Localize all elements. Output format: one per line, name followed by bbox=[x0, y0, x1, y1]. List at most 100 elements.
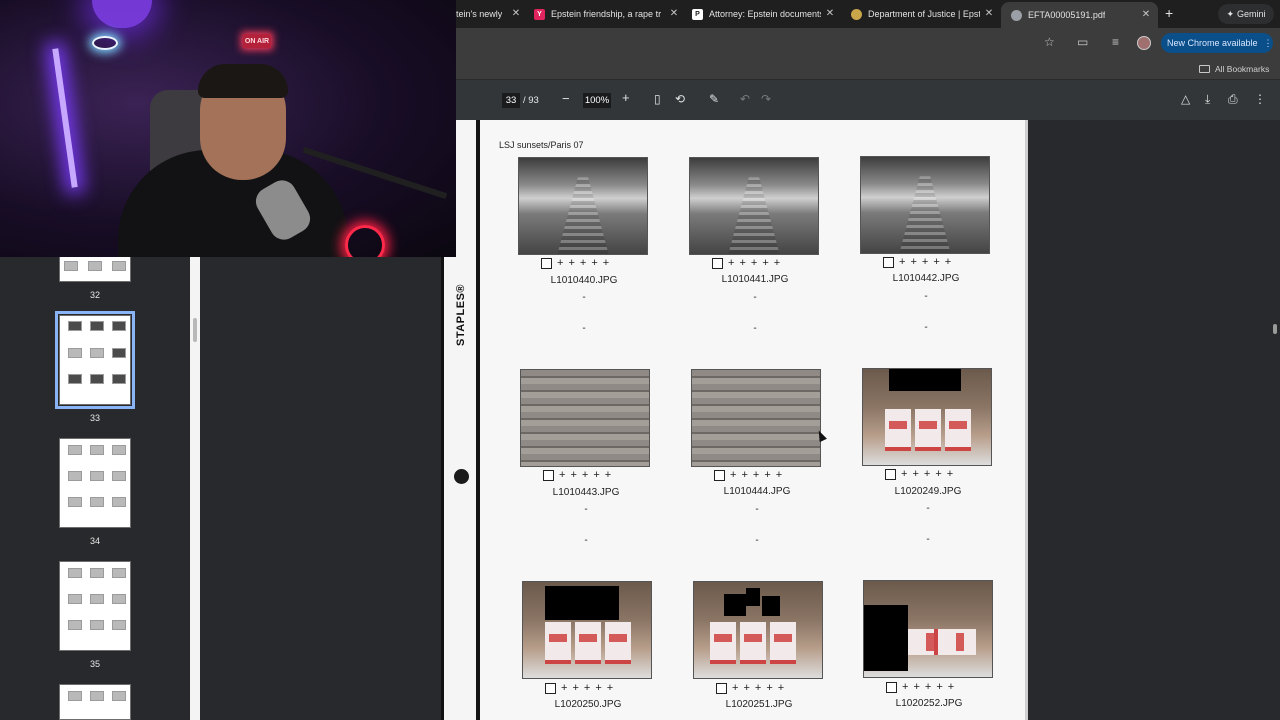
viewer-gutter bbox=[200, 256, 440, 720]
close-icon[interactable]: ✕ bbox=[668, 8, 680, 19]
rotate-icon[interactable]: ⟲ bbox=[675, 92, 685, 106]
tab-title: EFTA00005191.pdf bbox=[1028, 10, 1106, 20]
redaction-box bbox=[864, 605, 908, 671]
ufo-neon-sign-icon bbox=[92, 36, 118, 50]
more-vert-icon[interactable]: ⋮ bbox=[1264, 38, 1273, 49]
photo-thumbnail bbox=[689, 157, 819, 255]
thumbnail-page-33[interactable] bbox=[55, 311, 135, 409]
close-icon[interactable]: ✕ bbox=[510, 8, 522, 19]
reading-list-icon[interactable]: ≡ bbox=[1112, 35, 1119, 49]
checkbox bbox=[716, 682, 727, 694]
photo-controls: + + + + + bbox=[886, 681, 954, 693]
photo-thumbnail bbox=[522, 581, 652, 679]
zoom-out-icon[interactable]: − bbox=[562, 91, 570, 106]
dash: - bbox=[924, 322, 928, 333]
checkbox bbox=[712, 257, 723, 269]
thumbnail-page-32[interactable] bbox=[59, 256, 131, 282]
tab-epstein-newly[interactable]: tein's newly ✕ bbox=[456, 3, 522, 25]
staples-brand-text: STAPLES® bbox=[455, 283, 467, 346]
dash: - bbox=[924, 291, 928, 302]
redaction-box bbox=[724, 594, 746, 616]
neon-lamp bbox=[92, 0, 152, 28]
bookmark-star-icon[interactable]: ☆ bbox=[1044, 35, 1055, 49]
checkbox bbox=[714, 469, 725, 481]
webcam-overlay: ON AIR bbox=[0, 0, 456, 257]
photo-thumbnail bbox=[862, 368, 992, 466]
checkbox bbox=[545, 682, 556, 694]
sparkle-icon: ✦ bbox=[1226, 8, 1235, 19]
folder-icon bbox=[1199, 65, 1210, 73]
checkbox bbox=[883, 256, 894, 268]
photo-filename: L1020249.JPG bbox=[894, 486, 962, 497]
photo-filename: L1010444.JPG bbox=[723, 486, 791, 497]
on-air-sign: ON AIR bbox=[243, 34, 271, 48]
photo-controls: + + + + + bbox=[545, 682, 613, 694]
page-number-input[interactable]: 33 bbox=[502, 93, 520, 108]
checkbox bbox=[543, 469, 554, 481]
zoom-input[interactable]: 100% bbox=[583, 93, 611, 108]
photo-filename: L1010441.JPG bbox=[721, 274, 789, 285]
photo-filename: L1010443.JPG bbox=[552, 487, 620, 498]
photo-filename: L1020250.JPG bbox=[554, 699, 622, 710]
photo-controls: + + + + + bbox=[716, 682, 784, 694]
new-tab-icon[interactable]: + bbox=[1165, 5, 1173, 21]
dash: - bbox=[926, 534, 930, 545]
page-total: / 93 bbox=[523, 95, 539, 106]
photo-thumbnail bbox=[693, 581, 823, 679]
tab-attorney-epstein[interactable]: P Attorney: Epstein documents ✕ bbox=[692, 3, 836, 25]
new-chrome-available-button[interactable]: New Chrome available ⋮ bbox=[1161, 33, 1273, 53]
dash: - bbox=[755, 504, 759, 515]
tab-department-of-justice[interactable]: Department of Justice | Epst ✕ bbox=[851, 3, 995, 25]
checkbox bbox=[541, 257, 552, 269]
tab-title: Department of Justice | Epst bbox=[868, 9, 980, 19]
photo-filename: L1010440.JPG bbox=[550, 275, 618, 286]
sidebar-scrollbar[interactable] bbox=[193, 318, 197, 342]
thumbnail-page-36[interactable] bbox=[59, 684, 131, 720]
tab-efta-pdf[interactable]: EFTA00005191.pdf ✕ bbox=[1001, 2, 1158, 28]
more-vert-icon[interactable]: ⋮ bbox=[1254, 92, 1266, 106]
thumbnail-page-34[interactable] bbox=[59, 438, 131, 528]
photo-thumbnail bbox=[860, 156, 990, 254]
thumbnail-page-35[interactable] bbox=[59, 561, 131, 651]
photo-filename: L1010442.JPG bbox=[892, 273, 960, 284]
zoom-in-icon[interactable]: + bbox=[622, 90, 630, 105]
dash: - bbox=[584, 535, 588, 546]
close-icon[interactable]: ✕ bbox=[983, 8, 995, 19]
close-icon[interactable]: ✕ bbox=[1140, 9, 1152, 20]
dash: - bbox=[755, 535, 759, 546]
dash: - bbox=[753, 323, 757, 334]
tab-title: Epstein friendship, a rape tria bbox=[551, 9, 661, 19]
photo-thumbnail bbox=[863, 580, 993, 678]
annotate-icon[interactable]: ✎ bbox=[709, 92, 719, 106]
photo-thumbnail bbox=[691, 369, 821, 467]
undo-icon[interactable]: ↶ bbox=[740, 92, 750, 106]
all-bookmarks-button[interactable]: All Bookmarks bbox=[1199, 64, 1269, 74]
cast-icon[interactable]: ▭ bbox=[1077, 35, 1088, 49]
close-icon[interactable]: ✕ bbox=[824, 8, 836, 19]
photo-controls: + + + + + bbox=[883, 256, 951, 268]
sheet-title: LSJ sunsets/Paris 07 bbox=[499, 140, 584, 150]
streamer-hair bbox=[198, 64, 288, 98]
photo-controls: + + + + + bbox=[712, 257, 780, 269]
print-icon[interactable]: ⎙ bbox=[1228, 92, 1238, 107]
drive-save-icon[interactable]: △ bbox=[1181, 92, 1190, 106]
profile-avatar[interactable] bbox=[1137, 36, 1151, 50]
redaction-box bbox=[746, 588, 760, 606]
gemini-label: Gemini bbox=[1237, 9, 1266, 19]
photo-thumbnail bbox=[520, 369, 650, 467]
redo-icon[interactable]: ↷ bbox=[761, 92, 771, 106]
photo-filename: L1020251.JPG bbox=[725, 699, 793, 710]
redaction-box bbox=[762, 596, 780, 616]
gemini-button[interactable]: ✦ Gemini bbox=[1218, 4, 1274, 24]
tab-title: tein's newly bbox=[456, 9, 503, 19]
download-icon[interactable]: ⤓ bbox=[1205, 92, 1210, 107]
fit-page-icon[interactable]: ▯ bbox=[654, 92, 661, 106]
red-neon-ring bbox=[345, 225, 385, 257]
neon-light-bar bbox=[52, 48, 78, 188]
screen: tein's newly ✕ Y Epstein friendship, a r… bbox=[0, 0, 1280, 720]
dash: - bbox=[753, 292, 757, 303]
tab-epstein-friendship[interactable]: Y Epstein friendship, a rape tria ✕ bbox=[534, 3, 680, 25]
thumbnail-label: 34 bbox=[89, 536, 100, 546]
page-scrollbar[interactable] bbox=[1273, 324, 1277, 334]
dash: - bbox=[926, 503, 930, 514]
